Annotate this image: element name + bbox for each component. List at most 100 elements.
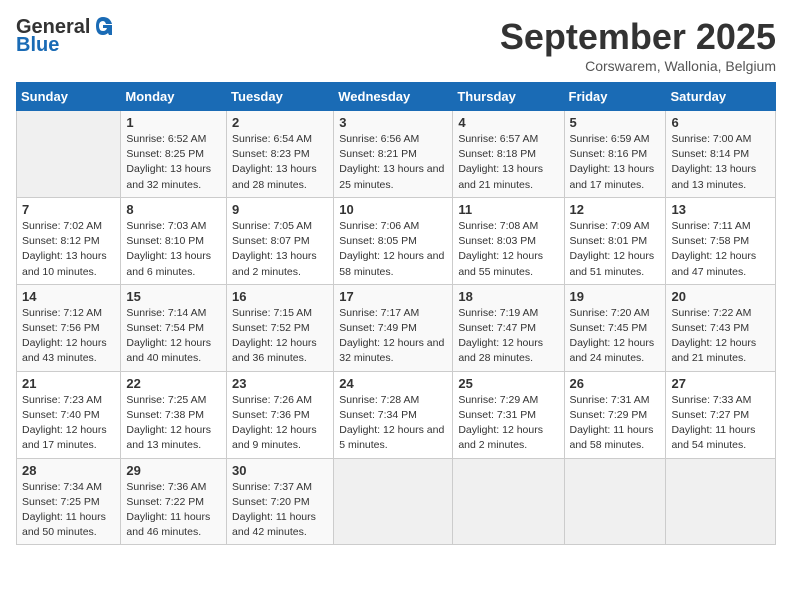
col-header-saturday: Saturday [666, 83, 776, 111]
cell-info: Sunrise: 7:37 AMSunset: 7:20 PMDaylight:… [232, 480, 328, 541]
cell-info: Sunrise: 6:57 AMSunset: 8:18 PMDaylight:… [458, 132, 558, 193]
calendar-cell: 25 Sunrise: 7:29 AMSunset: 7:31 PMDayligh… [453, 371, 564, 458]
logo-icon [92, 15, 114, 37]
week-row-4: 21 Sunrise: 7:23 AMSunset: 7:40 PMDayligh… [17, 371, 776, 458]
cell-info: Sunrise: 7:08 AMSunset: 8:03 PMDaylight:… [458, 219, 558, 280]
cell-info: Sunrise: 7:20 AMSunset: 7:45 PMDaylight:… [570, 306, 661, 367]
calendar-cell: 19 Sunrise: 7:20 AMSunset: 7:45 PMDayligh… [564, 284, 666, 371]
day-number: 20 [671, 289, 770, 304]
day-number: 7 [22, 202, 115, 217]
cell-info: Sunrise: 7:23 AMSunset: 7:40 PMDaylight:… [22, 393, 115, 454]
cell-info: Sunrise: 6:54 AMSunset: 8:23 PMDaylight:… [232, 132, 328, 193]
week-row-2: 7Sunrise: 7:02 AMSunset: 8:12 PMDaylight… [17, 197, 776, 284]
day-number: 27 [671, 376, 770, 391]
cell-info: Sunrise: 6:59 AMSunset: 8:16 PMDaylight:… [570, 132, 661, 193]
calendar-cell: 9 Sunrise: 7:05 AMSunset: 8:07 PMDaylight… [227, 197, 334, 284]
calendar-cell: 1Sunrise: 6:52 AMSunset: 8:25 PMDaylight… [121, 111, 227, 198]
calendar-cell: 8 Sunrise: 7:03 AMSunset: 8:10 PMDaylight… [121, 197, 227, 284]
day-number: 5 [570, 115, 661, 130]
header-row: SundayMondayTuesdayWednesdayThursdayFrid… [17, 83, 776, 111]
calendar-table: SundayMondayTuesdayWednesdayThursdayFrid… [16, 82, 776, 545]
cell-info: Sunrise: 7:00 AMSunset: 8:14 PMDaylight:… [671, 132, 770, 193]
cell-info: Sunrise: 7:28 AMSunset: 7:34 PMDaylight:… [339, 393, 447, 454]
cell-info: Sunrise: 7:17 AMSunset: 7:49 PMDaylight:… [339, 306, 447, 367]
subtitle: Corswarem, Wallonia, Belgium [500, 58, 776, 74]
calendar-cell: 5 Sunrise: 6:59 AMSunset: 8:16 PMDaylight… [564, 111, 666, 198]
day-number: 26 [570, 376, 661, 391]
day-number: 17 [339, 289, 447, 304]
day-number: 24 [339, 376, 447, 391]
cell-info: Sunrise: 7:15 AMSunset: 7:52 PMDaylight:… [232, 306, 328, 367]
calendar-cell: 16 Sunrise: 7:15 AMSunset: 7:52 PMDayligh… [227, 284, 334, 371]
cell-info: Sunrise: 7:14 AMSunset: 7:54 PMDaylight:… [126, 306, 221, 367]
calendar-cell: 11 Sunrise: 7:08 AMSunset: 8:03 PMDayligh… [453, 197, 564, 284]
calendar-cell: 24 Sunrise: 7:28 AMSunset: 7:34 PMDayligh… [334, 371, 453, 458]
col-header-thursday: Thursday [453, 83, 564, 111]
col-header-sunday: Sunday [17, 83, 121, 111]
week-row-3: 14 Sunrise: 7:12 AMSunset: 7:56 PMDayligh… [17, 284, 776, 371]
week-row-1: 1Sunrise: 6:52 AMSunset: 8:25 PMDaylight… [17, 111, 776, 198]
calendar-cell: 26Sunrise: 7:31 AMSunset: 7:29 PMDayligh… [564, 371, 666, 458]
logo: General Blue [16, 16, 114, 56]
calendar-cell: 14 Sunrise: 7:12 AMSunset: 7:56 PMDayligh… [17, 284, 121, 371]
cell-info: Sunrise: 7:19 AMSunset: 7:47 PMDaylight:… [458, 306, 558, 367]
calendar-cell [17, 111, 121, 198]
calendar-cell: 18Sunrise: 7:19 AMSunset: 7:47 PMDayligh… [453, 284, 564, 371]
col-header-tuesday: Tuesday [227, 83, 334, 111]
cell-info: Sunrise: 7:22 AMSunset: 7:43 PMDaylight:… [671, 306, 770, 367]
calendar-cell: 2 Sunrise: 6:54 AMSunset: 8:23 PMDaylight… [227, 111, 334, 198]
title-block: September 2025 Corswarem, Wallonia, Belg… [500, 16, 776, 74]
day-number: 3 [339, 115, 447, 130]
calendar-cell: 3 Sunrise: 6:56 AMSunset: 8:21 PMDaylight… [334, 111, 453, 198]
day-number: 23 [232, 376, 328, 391]
day-number: 6 [671, 115, 770, 130]
day-number: 22 [126, 376, 221, 391]
calendar-cell [564, 458, 666, 545]
day-number: 25 [458, 376, 558, 391]
logo-blue-text: Blue [16, 34, 59, 56]
cell-info: Sunrise: 7:05 AMSunset: 8:07 PMDaylight:… [232, 219, 328, 280]
col-header-monday: Monday [121, 83, 227, 111]
cell-info: Sunrise: 7:11 AMSunset: 7:58 PMDaylight:… [671, 219, 770, 280]
calendar-cell: 30Sunrise: 7:37 AMSunset: 7:20 PMDayligh… [227, 458, 334, 545]
day-number: 28 [22, 463, 115, 478]
cell-info: Sunrise: 7:29 AMSunset: 7:31 PMDaylight:… [458, 393, 558, 454]
cell-info: Sunrise: 7:25 AMSunset: 7:38 PMDaylight:… [126, 393, 221, 454]
calendar-cell [334, 458, 453, 545]
calendar-cell: 4Sunrise: 6:57 AMSunset: 8:18 PMDaylight… [453, 111, 564, 198]
cell-info: Sunrise: 6:56 AMSunset: 8:21 PMDaylight:… [339, 132, 447, 193]
day-number: 10 [339, 202, 447, 217]
day-number: 19 [570, 289, 661, 304]
calendar-cell: 29Sunrise: 7:36 AMSunset: 7:22 PMDayligh… [121, 458, 227, 545]
day-number: 2 [232, 115, 328, 130]
calendar-cell: 12 Sunrise: 7:09 AMSunset: 8:01 PMDayligh… [564, 197, 666, 284]
calendar-cell: 6 Sunrise: 7:00 AMSunset: 8:14 PMDaylight… [666, 111, 776, 198]
calendar-cell: 13Sunrise: 7:11 AMSunset: 7:58 PMDayligh… [666, 197, 776, 284]
day-number: 14 [22, 289, 115, 304]
day-number: 8 [126, 202, 221, 217]
cell-info: Sunrise: 7:03 AMSunset: 8:10 PMDaylight:… [126, 219, 221, 280]
cell-info: Sunrise: 7:36 AMSunset: 7:22 PMDaylight:… [126, 480, 221, 541]
calendar-cell: 23 Sunrise: 7:26 AMSunset: 7:36 PMDayligh… [227, 371, 334, 458]
cell-info: Sunrise: 7:06 AMSunset: 8:05 PMDaylight:… [339, 219, 447, 280]
col-header-wednesday: Wednesday [334, 83, 453, 111]
cell-info: Sunrise: 7:34 AMSunset: 7:25 PMDaylight:… [22, 480, 115, 541]
calendar-cell: 27 Sunrise: 7:33 AMSunset: 7:27 PMDayligh… [666, 371, 776, 458]
month-title: September 2025 [500, 16, 776, 58]
cell-info: Sunrise: 7:12 AMSunset: 7:56 PMDaylight:… [22, 306, 115, 367]
calendar-cell: 22 Sunrise: 7:25 AMSunset: 7:38 PMDayligh… [121, 371, 227, 458]
day-number: 11 [458, 202, 558, 217]
day-number: 12 [570, 202, 661, 217]
cell-info: Sunrise: 7:09 AMSunset: 8:01 PMDaylight:… [570, 219, 661, 280]
day-number: 1 [126, 115, 221, 130]
calendar-cell [453, 458, 564, 545]
cell-info: Sunrise: 7:33 AMSunset: 7:27 PMDaylight:… [671, 393, 770, 454]
day-number: 9 [232, 202, 328, 217]
day-number: 16 [232, 289, 328, 304]
calendar-cell: 7Sunrise: 7:02 AMSunset: 8:12 PMDaylight… [17, 197, 121, 284]
day-number: 21 [22, 376, 115, 391]
calendar-cell: 10 Sunrise: 7:06 AMSunset: 8:05 PMDayligh… [334, 197, 453, 284]
calendar-cell: 21 Sunrise: 7:23 AMSunset: 7:40 PMDayligh… [17, 371, 121, 458]
cell-info: Sunrise: 7:26 AMSunset: 7:36 PMDaylight:… [232, 393, 328, 454]
calendar-cell: 15Sunrise: 7:14 AMSunset: 7:54 PMDayligh… [121, 284, 227, 371]
